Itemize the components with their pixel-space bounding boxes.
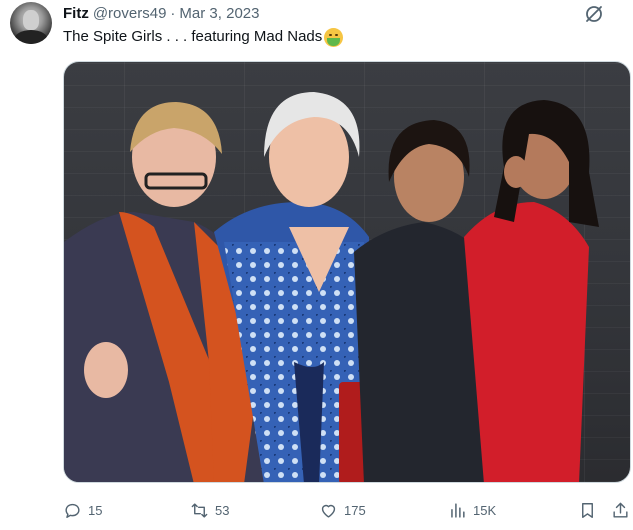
grok-icon <box>586 6 602 22</box>
tweet-text-content: The Spite Girls . . . featuring Mad Nads <box>63 28 323 45</box>
like-count: 175 <box>344 502 366 518</box>
retweet-button[interactable]: 53 <box>190 496 229 524</box>
share-button[interactable] <box>611 496 630 524</box>
header-separator: · <box>170 4 176 22</box>
grok-button[interactable] <box>582 2 606 26</box>
reply-icon <box>65 503 80 518</box>
reply-count: 15 <box>88 502 103 518</box>
photo-scene <box>64 92 599 482</box>
share-icon <box>613 502 628 518</box>
display-name[interactable]: Fitz <box>63 5 89 22</box>
user-handle[interactable]: @rovers49 <box>93 5 167 22</box>
avatar-face <box>23 10 39 30</box>
bookmark-icon <box>582 502 593 518</box>
avatar-shoulders <box>14 30 48 44</box>
nauseated-face-icon <box>324 27 344 47</box>
reply-button[interactable]: 15 <box>63 496 102 524</box>
views-button[interactable]: 15K <box>448 496 496 524</box>
heart-icon <box>321 504 336 518</box>
like-button[interactable]: 175 <box>319 496 366 524</box>
tweet-header: Fitz @rovers49 · Mar 3, 2023 <box>63 3 259 23</box>
avatar[interactable] <box>10 2 52 44</box>
retweet-count: 53 <box>215 502 230 518</box>
retweet-icon <box>191 502 208 518</box>
views-chart-icon <box>451 502 465 518</box>
tweet-actions: 15 53 175 15K <box>63 496 631 524</box>
bookmark-button[interactable] <box>578 496 597 524</box>
tweet-text: The Spite Girls . . . featuring Mad Nads <box>63 27 344 47</box>
tweet-photo[interactable] <box>63 61 631 483</box>
tweet-date[interactable]: Mar 3, 2023 <box>179 5 259 22</box>
views-count: 15K <box>473 502 497 518</box>
